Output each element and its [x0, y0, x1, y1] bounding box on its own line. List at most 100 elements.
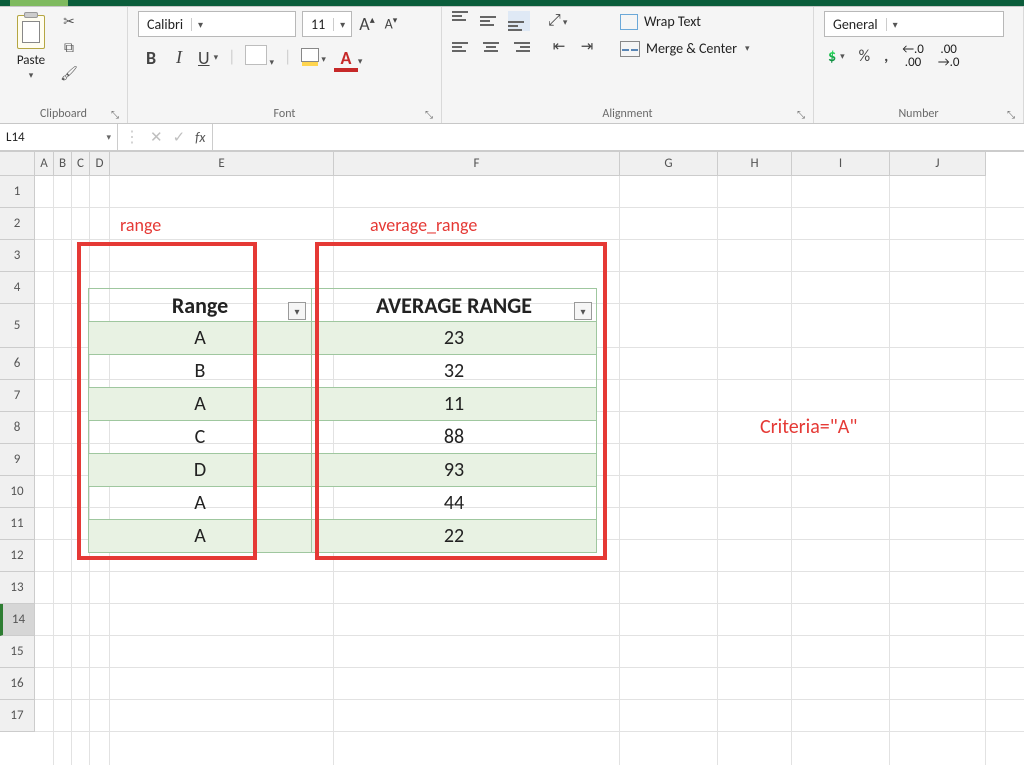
- fx-icon[interactable]: fx: [195, 129, 205, 146]
- row-header-15[interactable]: 15: [0, 636, 35, 668]
- decrease-font-icon[interactable]: A▾: [382, 15, 400, 33]
- align-top-icon[interactable]: [452, 11, 474, 31]
- bold-button[interactable]: B: [142, 47, 160, 69]
- cut-icon[interactable]: ✂: [60, 13, 78, 31]
- column-header-I[interactable]: I: [792, 152, 890, 176]
- copy-icon[interactable]: ⧉: [60, 39, 78, 57]
- increase-decimal-icon[interactable]: ←.0.00: [902, 43, 924, 69]
- row-header-13[interactable]: 13: [0, 572, 35, 604]
- align-right-icon[interactable]: [508, 37, 530, 57]
- column-header-J[interactable]: J: [890, 152, 986, 176]
- align-middle-icon[interactable]: [480, 11, 502, 31]
- cell-range[interactable]: D: [89, 454, 312, 487]
- row-header-16[interactable]: 16: [0, 668, 35, 700]
- cell-avg[interactable]: 22: [312, 520, 597, 553]
- row-header-9[interactable]: 9: [0, 444, 35, 476]
- chevron-down-icon[interactable]: ▾: [333, 18, 351, 31]
- increase-indent-icon[interactable]: ⇥: [576, 37, 598, 57]
- row-header-1[interactable]: 1: [0, 176, 35, 208]
- paste-button[interactable]: Paste ▾: [10, 11, 52, 81]
- column-header-C[interactable]: C: [72, 152, 90, 176]
- increase-font-icon[interactable]: A▴: [358, 13, 376, 35]
- font-size-combo[interactable]: 11 ▾: [302, 11, 352, 37]
- align-bottom-icon[interactable]: [508, 11, 530, 31]
- cell-range[interactable]: A: [89, 388, 312, 421]
- paste-icon: [16, 13, 46, 49]
- cell-avg[interactable]: 93: [312, 454, 597, 487]
- column-header-B[interactable]: B: [54, 152, 72, 176]
- row-headers: 1234567891011121314151617: [0, 176, 35, 732]
- cell-avg[interactable]: 11: [312, 388, 597, 421]
- row-header-17[interactable]: 17: [0, 700, 35, 732]
- column-header-A[interactable]: A: [35, 152, 54, 176]
- clipboard-launcher-icon[interactable]: ⤡: [111, 108, 119, 121]
- accounting-format-icon[interactable]: $▾: [828, 47, 845, 66]
- filter-dropdown-avg[interactable]: ▾: [574, 302, 592, 320]
- formula-bar: L14 ▾ ⋮ ✕ ✓ fx: [0, 124, 1024, 152]
- merge-center-button[interactable]: Merge & Center ▾: [616, 38, 754, 59]
- cell-range[interactable]: A: [89, 487, 312, 520]
- cell-avg[interactable]: 23: [312, 322, 597, 355]
- borders-button[interactable]: ▾: [245, 45, 274, 70]
- alignment-launcher-icon[interactable]: ⤡: [797, 108, 805, 121]
- name-box[interactable]: L14 ▾: [0, 124, 118, 151]
- formula-input[interactable]: [213, 124, 1024, 151]
- cell-range[interactable]: B: [89, 355, 312, 388]
- font-color-button[interactable]: A▾: [336, 47, 363, 69]
- row-header-8[interactable]: 8: [0, 412, 35, 444]
- row-header-10[interactable]: 10: [0, 476, 35, 508]
- font-name-combo[interactable]: Calibri ▾: [138, 11, 296, 37]
- column-header-F[interactable]: F: [334, 152, 620, 176]
- row-header-6[interactable]: 6: [0, 348, 35, 380]
- column-header-D[interactable]: D: [90, 152, 110, 176]
- format-painter-icon[interactable]: 🖌: [60, 65, 78, 83]
- select-all-corner[interactable]: [0, 152, 35, 176]
- decrease-indent-icon[interactable]: ⇤: [548, 37, 570, 57]
- chevron-down-icon[interactable]: ▾: [106, 132, 111, 143]
- cancel-icon[interactable]: ✕: [150, 128, 163, 147]
- cell-avg[interactable]: 88: [312, 421, 597, 454]
- row-header-11[interactable]: 11: [0, 508, 35, 540]
- paste-dropdown[interactable]: ▾: [10, 70, 52, 81]
- percent-format-icon[interactable]: %: [859, 47, 870, 66]
- table-row: A11: [89, 388, 597, 421]
- ribbon-tab-indicator: [10, 0, 68, 6]
- underline-button[interactable]: U▾: [198, 47, 218, 69]
- cell-range[interactable]: A: [89, 520, 312, 553]
- cell-avg[interactable]: 44: [312, 487, 597, 520]
- filter-dropdown-range[interactable]: ▾: [288, 302, 306, 320]
- chevron-down-icon[interactable]: ▾: [886, 18, 904, 31]
- align-left-icon[interactable]: [452, 37, 474, 57]
- italic-button[interactable]: I: [170, 47, 188, 68]
- row-header-12[interactable]: 12: [0, 540, 35, 572]
- font-launcher-icon[interactable]: ⤡: [425, 108, 433, 121]
- decrease-decimal-icon[interactable]: .00→.0: [938, 43, 960, 69]
- row-header-5[interactable]: 5: [0, 304, 35, 348]
- cell-range[interactable]: A: [89, 322, 312, 355]
- align-center-icon[interactable]: [480, 37, 502, 57]
- column-header-G[interactable]: G: [620, 152, 718, 176]
- orientation-icon[interactable]: ⤢▾: [548, 11, 576, 31]
- row-header-3[interactable]: 3: [0, 240, 35, 272]
- group-label-font: Font ⤡: [138, 107, 431, 121]
- wrap-text-button[interactable]: Wrap Text: [616, 11, 754, 32]
- row-header-4[interactable]: 4: [0, 272, 35, 304]
- comma-format-icon[interactable]: ,: [884, 47, 888, 66]
- column-header-E[interactable]: E: [110, 152, 334, 176]
- number-launcher-icon[interactable]: ⤡: [1007, 108, 1015, 121]
- font-size-value: 11: [303, 16, 333, 33]
- cell-avg[interactable]: 32: [312, 355, 597, 388]
- cell-range[interactable]: C: [89, 421, 312, 454]
- worksheet[interactable]: ABCDEFGHIJ 1234567891011121314151617 Ran…: [0, 152, 1024, 765]
- enter-icon[interactable]: ✓: [173, 128, 186, 147]
- annotation-avg-label: average_range: [370, 214, 477, 236]
- fill-color-button[interactable]: ▾: [301, 48, 326, 67]
- annotation-range-label: range: [120, 214, 161, 236]
- row-header-7[interactable]: 7: [0, 380, 35, 412]
- chevron-down-icon[interactable]: ▾: [191, 18, 209, 31]
- chevron-down-icon[interactable]: ▾: [745, 43, 750, 54]
- row-header-14[interactable]: 14: [0, 604, 35, 636]
- column-header-H[interactable]: H: [718, 152, 792, 176]
- row-header-2[interactable]: 2: [0, 208, 35, 240]
- number-format-combo[interactable]: General ▾: [824, 11, 1004, 37]
